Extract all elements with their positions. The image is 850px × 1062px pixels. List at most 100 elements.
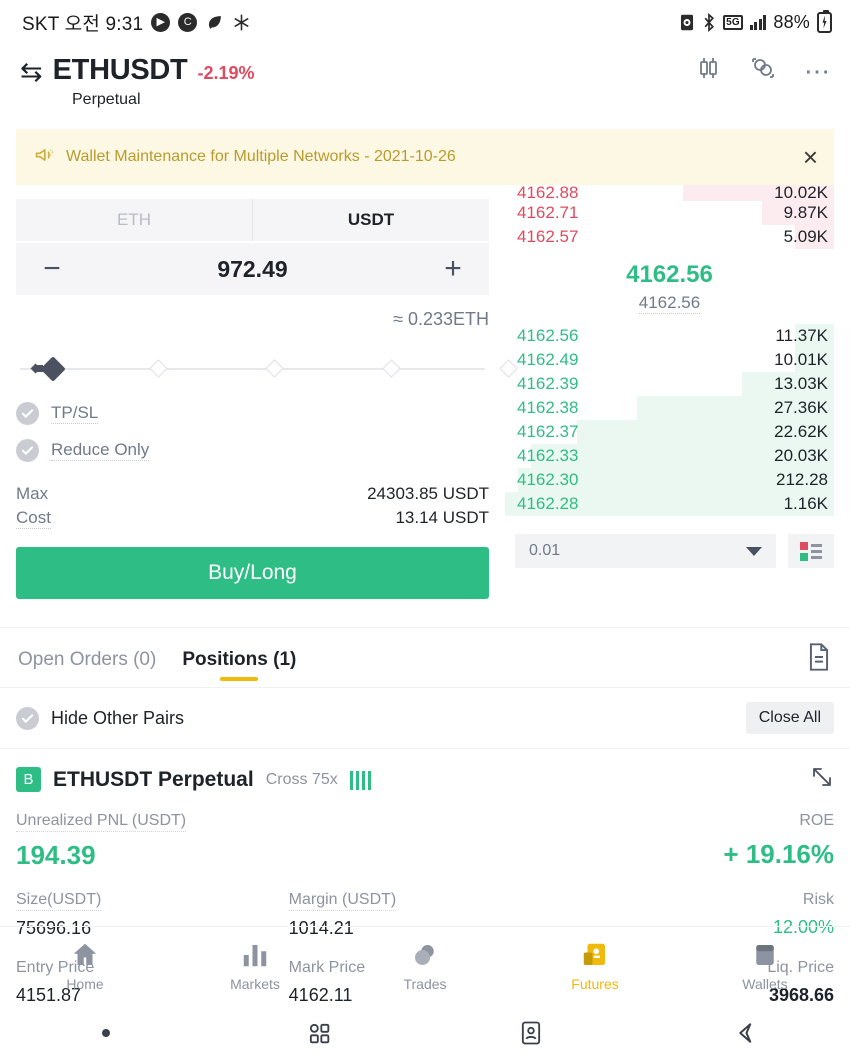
- mark-price-label: 4162.56: [638, 293, 701, 314]
- nav-label-wallets: Wallets: [742, 975, 788, 992]
- nav-item-home[interactable]: Home: [0, 940, 170, 992]
- bid-size: 20.03K: [774, 446, 828, 465]
- page-subtitle: Perpetual: [72, 91, 141, 108]
- orderbook-layout-icon[interactable]: [788, 534, 834, 568]
- slider-handle[interactable]: [40, 356, 66, 382]
- page-header: ⇆ ETHUSDT -2.19% ⋯ Perpetual: [0, 44, 850, 113]
- reduce-only-label: Reduce Only: [51, 440, 150, 461]
- bluetooth-icon: [702, 12, 716, 32]
- currency-tab-usdt[interactable]: USDT: [252, 199, 489, 241]
- nav-label-futures: Futures: [571, 975, 619, 992]
- status-bar-right: 5G 88%: [679, 9, 832, 33]
- quantity-decrease-button[interactable]: −: [36, 254, 68, 284]
- alarm-icon: [679, 13, 695, 32]
- markets-bars-icon: [243, 944, 267, 966]
- futures-icon: [583, 943, 605, 965]
- swap-icon[interactable]: ⇆: [20, 59, 43, 86]
- currency-tab-eth[interactable]: ETH: [16, 199, 252, 241]
- quantity-stepper: − 972.49 +: [16, 243, 489, 295]
- clock-app-icon: C: [178, 12, 198, 32]
- orderbook-toolbar: 0.01: [505, 534, 834, 568]
- slider-tick-3[interactable]: [382, 359, 401, 378]
- ask-price: 4162.88: [517, 185, 579, 201]
- bid-price: 4162.56: [517, 326, 579, 345]
- roe-value: + 19.16%: [723, 839, 834, 869]
- carrier-time-label: SKT 오전 9:31: [22, 13, 144, 35]
- tab-open-orders[interactable]: Open Orders (0): [18, 649, 156, 681]
- quantity-input[interactable]: 972.49: [68, 256, 437, 283]
- cost-label: Cost: [16, 508, 51, 529]
- order-form: ETH USDT − 972.49 + ≈ 0.233ETH TP/SL Red…: [0, 185, 518, 599]
- size-label: Size(USDT): [16, 891, 102, 911]
- position-leverage[interactable]: Cross 75x: [266, 771, 338, 789]
- reduce-only-checkbox[interactable]: [16, 439, 39, 462]
- quantity-increase-button[interactable]: +: [437, 254, 469, 284]
- margin-label: Margin (USDT): [288, 891, 397, 911]
- trading-main: ETH USDT − 972.49 + ≈ 0.233ETH TP/SL Red…: [0, 185, 850, 599]
- banner-text: Wallet Maintenance for Multiple Networks…: [66, 148, 456, 165]
- nav-item-markets[interactable]: Markets: [170, 940, 340, 992]
- orderbook-mid: 4162.56 4162.56: [505, 249, 834, 324]
- orderbook-ask-row[interactable]: 4162.88 10.02K: [505, 185, 834, 201]
- orderbook-bid-row[interactable]: 4162.28 1.16K: [505, 492, 834, 516]
- orderbook-ask-row[interactable]: 4162.71 9.87K: [505, 201, 834, 225]
- unrealized-pnl-label: Unrealized PNL (USDT): [16, 812, 187, 832]
- banner-close-icon[interactable]: ×: [803, 144, 818, 170]
- summary-row-cost: Cost 13.14 USDT: [16, 508, 489, 529]
- orderbook-bid-row[interactable]: 4162.38 27.36K: [505, 396, 834, 420]
- orderbook-bid-row[interactable]: 4162.33 20.03K: [505, 444, 834, 468]
- orderbook: 4162.88 10.02K 4162.71 9.87K 4162.57 5.0…: [505, 185, 850, 599]
- tpsl-checkbox-row[interactable]: TP/SL: [16, 402, 489, 425]
- ask-size: 9.87K: [783, 203, 828, 222]
- price-change-badge: -2.19%: [197, 63, 255, 83]
- orderbook-depth-icon[interactable]: [750, 55, 776, 86]
- orderbook-bid-row[interactable]: 4162.37 22.62K: [505, 420, 834, 444]
- dot-indicator-icon[interactable]: [0, 1029, 213, 1037]
- bid-size: 22.62K: [774, 422, 828, 441]
- home-card-icon[interactable]: [425, 1019, 638, 1047]
- bid-price: 4162.30: [517, 470, 579, 489]
- order-history-icon[interactable]: [806, 642, 832, 687]
- app-root: SKT 오전 9:31 ▶ C 5G 88% ⇆ ETHUSDT -2.19% …: [0, 0, 850, 1062]
- bid-price: 4162.37: [517, 422, 579, 441]
- candlestick-chart-icon[interactable]: [696, 55, 722, 86]
- orderbook-bid-row[interactable]: 4162.56 11.37K: [505, 324, 834, 348]
- reduce-only-checkbox-row[interactable]: Reduce Only: [16, 439, 489, 462]
- orderbook-bid-row[interactable]: 4162.30 212.28: [505, 468, 834, 492]
- hide-other-pairs-checkbox[interactable]: [16, 706, 39, 730]
- bid-size: 10.01K: [774, 350, 828, 369]
- network-type-label: 5G: [723, 14, 743, 30]
- home-icon: [73, 943, 97, 965]
- nav-item-trades[interactable]: Trades: [340, 940, 510, 992]
- more-options-icon[interactable]: ⋯: [804, 58, 832, 84]
- hide-other-pairs-bar: Hide Other Pairs Close All: [0, 687, 850, 748]
- orderbook-ask-row[interactable]: 4162.57 5.09K: [505, 225, 834, 249]
- nav-label-trades: Trades: [403, 975, 447, 992]
- nav-item-futures[interactable]: Futures: [510, 940, 680, 992]
- slider-tick-2[interactable]: [265, 359, 284, 378]
- back-icon[interactable]: [638, 1018, 850, 1048]
- announcement-icon: [34, 145, 54, 170]
- slider-tick-1[interactable]: [149, 359, 168, 378]
- pnl-row: Unrealized PNL (USDT) 194.39 ROE + 19.16…: [16, 812, 834, 871]
- tpsl-checkbox[interactable]: [16, 402, 39, 425]
- tab-positions[interactable]: Positions (1): [182, 649, 296, 681]
- play-app-icon: ▶: [151, 12, 171, 32]
- recents-icon[interactable]: [213, 1019, 426, 1047]
- open-external-icon[interactable]: [810, 765, 834, 794]
- leaf-app-icon: [205, 13, 224, 32]
- nav-item-wallets[interactable]: Wallets: [680, 940, 850, 992]
- close-all-button[interactable]: Close All: [745, 702, 834, 734]
- approx-value-label: ≈ 0.233ETH: [393, 309, 489, 329]
- orderbook-bid-row[interactable]: 4162.39 13.03K: [505, 372, 834, 396]
- buy-long-button[interactable]: Buy/Long: [16, 547, 489, 599]
- orderbook-bid-row[interactable]: 4162.49 10.01K: [505, 348, 834, 372]
- battery-percent-label: 88%: [773, 11, 810, 32]
- cost-value: 13.14 USDT: [395, 508, 489, 527]
- tick-size-select[interactable]: 0.01: [515, 534, 776, 568]
- wallets-icon: [756, 944, 774, 965]
- page-title: ETHUSDT: [52, 54, 188, 86]
- amount-slider[interactable]: [16, 356, 518, 382]
- status-bar: SKT 오전 9:31 ▶ C 5G 88%: [0, 0, 850, 44]
- roe-label: ROE: [799, 812, 834, 829]
